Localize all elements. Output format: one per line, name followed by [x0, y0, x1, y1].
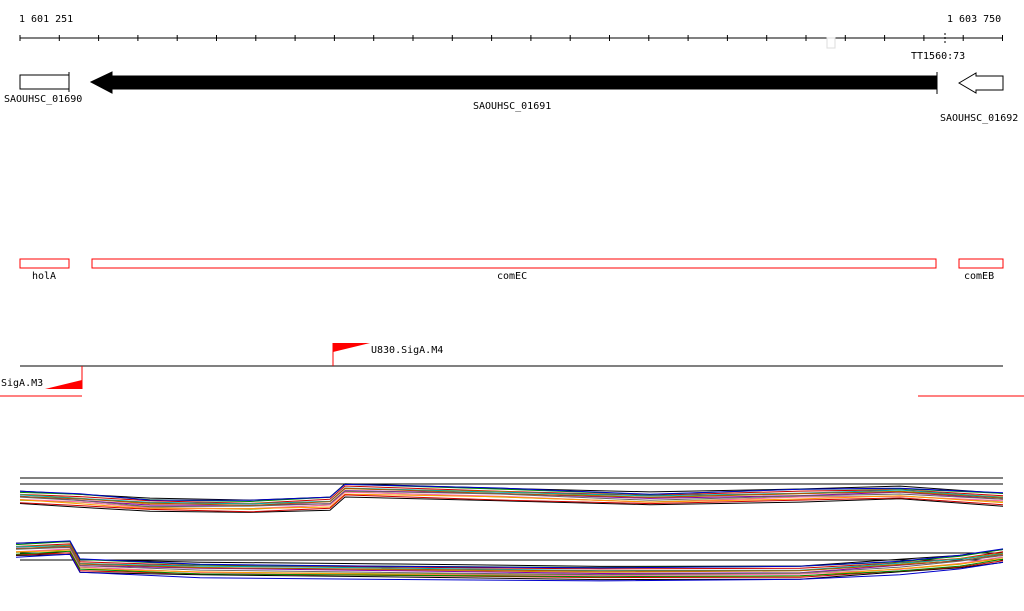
- gene-label: SAOUHSC_01692: [940, 113, 1018, 124]
- expression-profiles: [19, 483, 1004, 513]
- gene-name-box: [958, 258, 1004, 269]
- ruler-start-label: 1 601 251: [19, 14, 73, 25]
- position-ruler: 1 601 251 1 603 750: [19, 14, 1003, 41]
- gene-arrow-reverse: [89, 71, 938, 94]
- terminator-marker: [826, 37, 836, 49]
- promoter-track: U830.SigA.M4 SigA.M3: [0, 343, 1024, 397]
- promoter-feature[interactable]: U830.SigA.M4: [332, 343, 443, 366]
- expression-profile-line: [15, 540, 1004, 569]
- gene-track: SAOUHSC_01690 SAOUHSC_01691 SAOUHSC_0169…: [4, 71, 1018, 124]
- expression-track-top: [19, 477, 1004, 513]
- promoter-label: U830.SigA.M4: [371, 345, 443, 356]
- expression-track-bottom: [15, 540, 1004, 582]
- gene-feature[interactable]: SAOUHSC_01692: [940, 72, 1018, 124]
- gene-name-box: [91, 258, 937, 269]
- gene-name-label: comEB: [964, 271, 994, 282]
- terminator-feature[interactable]: TT1560:73: [826, 33, 965, 62]
- gene-name-label: holA: [32, 271, 56, 282]
- expression-profiles: [15, 540, 1004, 582]
- gene-label: SAOUHSC_01691: [473, 101, 551, 112]
- gene-arrow-forward: [19, 74, 70, 90]
- gene-feature[interactable]: SAOUHSC_01691: [89, 71, 938, 112]
- gene-name-feature[interactable]: comEB: [958, 258, 1004, 282]
- gene-name-feature[interactable]: holA: [19, 258, 70, 282]
- terminator-label: TT1560:73: [911, 51, 965, 62]
- gene-name-label: comEC: [497, 271, 527, 282]
- gene-name-box: [19, 258, 70, 269]
- gene-name-track: holA comEC comEB: [19, 258, 1004, 282]
- promoter-feature[interactable]: SigA.M3: [1, 366, 83, 389]
- promoter-label: SigA.M3: [1, 378, 43, 389]
- genome-browser-view: 1 601 251 1 603 750 TT1560:73 SAOUHSC_01…: [0, 14, 1024, 582]
- gene-label: SAOUHSC_01690: [4, 94, 82, 105]
- gene-arrow-reverse: [958, 72, 1004, 94]
- ruler-end-label: 1 603 750: [947, 14, 1001, 25]
- gene-name-feature[interactable]: comEC: [91, 258, 937, 282]
- promoter-flag: [333, 343, 370, 352]
- promoter-flag: [45, 380, 82, 389]
- gene-feature[interactable]: SAOUHSC_01690: [4, 72, 82, 105]
